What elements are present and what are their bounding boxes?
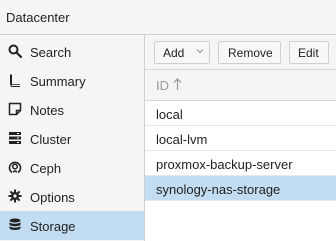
- sidebar-item-storage[interactable]: Storage: [0, 211, 144, 240]
- table-row[interactable]: local: [145, 101, 336, 126]
- database-icon: [8, 218, 22, 232]
- table-row[interactable]: local-lvm: [145, 126, 336, 151]
- column-header-id[interactable]: ID: [145, 70, 336, 101]
- edit-button-label: Edit: [298, 46, 319, 60]
- edit-button[interactable]: Edit: [289, 41, 329, 64]
- book-icon: [8, 73, 22, 87]
- add-button[interactable]: Add: [154, 41, 210, 64]
- toolbar: Add Remove Edit: [145, 35, 336, 70]
- sidebar-item-label: Notes: [30, 103, 64, 118]
- sidebar-item-label: Storage: [30, 219, 76, 234]
- sidebar: Search Summary Notes Cluster Ceph Option…: [0, 35, 145, 241]
- add-button-label: Add: [163, 46, 185, 60]
- table-row[interactable]: proxmox-backup-server: [145, 151, 336, 176]
- sidebar-item-notes[interactable]: Notes: [0, 95, 144, 124]
- title-bar: Datacenter: [0, 0, 336, 35]
- chevron-down-icon: [196, 47, 204, 55]
- row-id-cell: proxmox-backup-server: [156, 157, 293, 172]
- sort-ascending-icon: [173, 78, 182, 90]
- storage-panel: Add Remove Edit ID local local-lvm proxm…: [145, 35, 336, 241]
- gear-icon: [8, 189, 22, 203]
- table-row[interactable]: synology-nas-storage: [145, 176, 336, 201]
- sidebar-item-label: Options: [30, 190, 75, 205]
- search-icon: [8, 44, 22, 58]
- ceph-icon: [8, 160, 22, 174]
- sidebar-item-label: Cluster: [30, 132, 72, 147]
- remove-button[interactable]: Remove: [218, 41, 281, 64]
- server-icon: [8, 131, 22, 145]
- row-id-cell: synology-nas-storage: [156, 182, 281, 197]
- sidebar-item-cluster[interactable]: Cluster: [0, 124, 144, 153]
- note-icon: [8, 102, 22, 116]
- sidebar-item-label: Search: [30, 45, 72, 60]
- sidebar-item-options[interactable]: Options: [0, 182, 144, 211]
- column-header-label: ID: [156, 78, 169, 93]
- window-title: Datacenter: [6, 10, 70, 25]
- remove-button-label: Remove: [228, 46, 273, 60]
- sidebar-item-label: Ceph: [30, 161, 62, 176]
- row-id-cell: local-lvm: [156, 132, 208, 147]
- sidebar-item-ceph[interactable]: Ceph: [0, 153, 144, 182]
- row-id-cell: local: [156, 107, 183, 122]
- sidebar-item-search[interactable]: Search: [0, 37, 144, 66]
- sidebar-item-label: Summary: [30, 74, 86, 89]
- sidebar-item-summary[interactable]: Summary: [0, 66, 144, 95]
